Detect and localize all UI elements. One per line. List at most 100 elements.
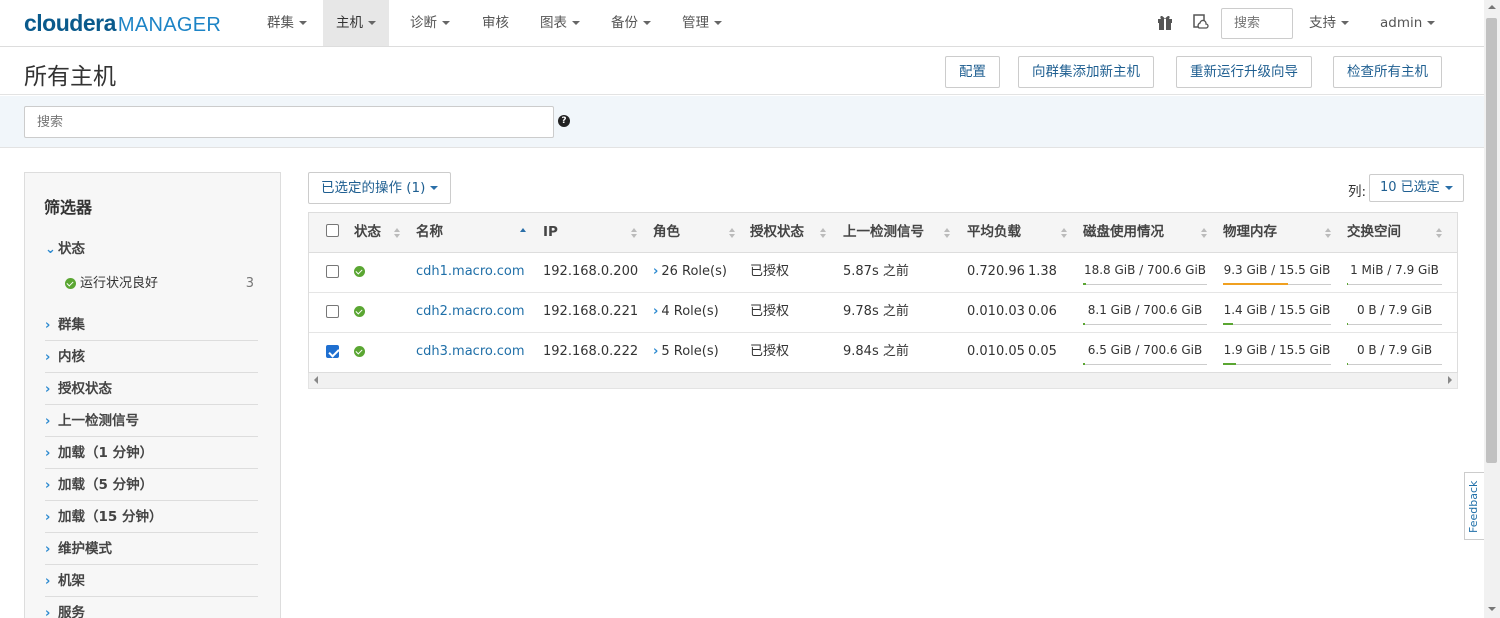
roles-toggle[interactable]: › 5 Role(s) bbox=[653, 333, 719, 373]
host-link[interactable]: cdh2.macro.com bbox=[416, 304, 525, 319]
col-header-status[interactable]: 状态 bbox=[354, 213, 381, 253]
nav-menu-backup[interactable]: 备份 bbox=[598, 0, 664, 46]
selected-actions-button[interactable]: 已选定的操作 (1) bbox=[308, 172, 452, 204]
scrollbar-thumb[interactable] bbox=[1486, 18, 1497, 463]
actions-label: 已选定的操作 (1) bbox=[321, 180, 426, 196]
host-link[interactable]: cdh3.macro.com bbox=[416, 344, 525, 359]
col-header-roles[interactable]: 角色 bbox=[653, 213, 680, 253]
top-navbar: clouderaMANAGER 群集 主机 诊断 审核 图表 备份 管理 支持 … bbox=[0, 0, 1484, 47]
header-label: 物理内存 bbox=[1223, 224, 1277, 240]
scroll-up-arrow-icon[interactable] bbox=[1488, 5, 1496, 9]
support-menu[interactable]: 支持 bbox=[1296, 0, 1362, 46]
filter-group-load-1min[interactable]: › 加载（1 分钟） bbox=[45, 437, 258, 469]
header-label: 角色 bbox=[653, 224, 680, 240]
load-5min: 0.96 bbox=[996, 264, 1025, 279]
col-header-ip[interactable]: IP bbox=[543, 213, 558, 253]
filter-option-count: 3 bbox=[245, 276, 254, 291]
filter-group-label: 加载（15 分钟） bbox=[58, 509, 163, 525]
table-row[interactable]: cdh2.macro.com 192.168.0.221 › 4 Role(s) … bbox=[309, 293, 1457, 333]
filter-group-kernel[interactable]: › 内核 bbox=[45, 341, 258, 373]
page-vertical-scrollbar[interactable] bbox=[1484, 0, 1500, 618]
row-checkbox[interactable] bbox=[326, 305, 339, 318]
row-checkbox[interactable] bbox=[326, 345, 339, 358]
header-label: 磁盘使用情况 bbox=[1083, 224, 1164, 240]
roles-toggle[interactable]: › 26 Role(s) bbox=[653, 253, 727, 293]
question-circle-icon[interactable]: ? bbox=[558, 115, 570, 127]
global-search-input[interactable] bbox=[1221, 8, 1293, 39]
memory-usage-meter: 9.3 GiB / 15.5 GiB bbox=[1223, 259, 1331, 285]
caret-down-icon bbox=[368, 21, 376, 25]
filter-option-label: 运行状况良好 bbox=[80, 276, 159, 291]
meter-text: 0 B / 7.9 GiB bbox=[1356, 343, 1433, 357]
table-header: 状态 名称 IP 角色 授权状态 上一检测信号 平均负载 磁盘使用情况 物理内存… bbox=[309, 213, 1457, 253]
col-header-last-heartbeat[interactable]: 上一检测信号 bbox=[843, 213, 924, 253]
col-header-name[interactable]: 名称 bbox=[416, 213, 443, 253]
rerun-upgrade-wizard-button[interactable]: 重新运行升级向导 bbox=[1176, 56, 1312, 88]
columns-selector-button[interactable]: 10 已选定 bbox=[1369, 174, 1464, 202]
search-strip: ? bbox=[0, 96, 1484, 148]
filter-group-auth-status[interactable]: › 授权状态 bbox=[45, 373, 258, 405]
columns-label: 列: bbox=[1348, 184, 1367, 200]
cloud-doc-icon[interactable] bbox=[1191, 13, 1211, 33]
col-header-swap[interactable]: 交换空间 bbox=[1347, 213, 1401, 253]
filter-group-services[interactable]: › 服务 bbox=[45, 597, 258, 618]
header-label: IP bbox=[543, 224, 558, 240]
nav-menu-charts[interactable]: 图表 bbox=[527, 0, 593, 46]
col-header-load-avg[interactable]: 平均负载 bbox=[967, 213, 1021, 253]
filter-group-maintenance[interactable]: › 维护模式 bbox=[45, 533, 258, 565]
support-label: 支持 bbox=[1309, 15, 1336, 31]
filter-group-last-heartbeat[interactable]: › 上一检测信号 bbox=[45, 405, 258, 437]
row-checkbox[interactable] bbox=[326, 265, 339, 278]
host-link[interactable]: cdh1.macro.com bbox=[416, 264, 525, 279]
meter-fill bbox=[1083, 283, 1087, 285]
table-horizontal-scrollbar[interactable] bbox=[308, 373, 1458, 389]
scroll-down-arrow-icon[interactable] bbox=[1488, 607, 1496, 611]
header-label: 状态 bbox=[354, 224, 381, 240]
scroll-left-arrow-icon[interactable] bbox=[314, 376, 318, 384]
host-ip: 192.168.0.200 bbox=[543, 264, 639, 279]
filter-status-healthy[interactable]: 运行状况良好 3 bbox=[65, 273, 258, 295]
caret-down-icon bbox=[1444, 185, 1453, 190]
select-all-checkbox[interactable] bbox=[326, 224, 339, 237]
col-header-physical-memory[interactable]: 物理内存 bbox=[1223, 213, 1277, 253]
meter-fill bbox=[1083, 323, 1085, 325]
nav-menu-audits[interactable]: 审核 bbox=[469, 0, 522, 46]
chevron-right-icon: › bbox=[653, 304, 659, 319]
hosts-search-input[interactable] bbox=[24, 106, 554, 138]
nav-menu-admin[interactable]: 管理 bbox=[669, 0, 735, 46]
caret-down-icon bbox=[1427, 21, 1436, 25]
sort-icon bbox=[1201, 228, 1208, 238]
feedback-tab[interactable]: Feedback bbox=[1464, 472, 1484, 540]
inspect-all-hosts-button[interactable]: 检查所有主机 bbox=[1333, 56, 1442, 88]
nav-menu-diagnostics[interactable]: 诊断 bbox=[397, 0, 463, 46]
memory-usage-meter: 1.9 GiB / 15.5 GiB bbox=[1223, 339, 1331, 365]
feedback-label: Feedback bbox=[1467, 480, 1480, 533]
filter-group-rack[interactable]: › 机架 bbox=[45, 565, 258, 597]
meter-text: 6.5 GiB / 700.6 GiB bbox=[1087, 343, 1203, 357]
chevron-right-icon: › bbox=[45, 414, 51, 429]
filter-group-cluster[interactable]: › 群集 bbox=[45, 309, 258, 341]
configure-button[interactable]: 配置 bbox=[945, 56, 1000, 88]
add-hosts-button[interactable]: 向群集添加新主机 bbox=[1018, 56, 1154, 88]
col-header-disk-usage[interactable]: 磁盘使用情况 bbox=[1083, 213, 1164, 253]
table-row[interactable]: cdh1.macro.com 192.168.0.200 › 26 Role(s)… bbox=[309, 253, 1457, 293]
host-name-link[interactable]: cdh1.macro.com bbox=[416, 253, 525, 293]
cloudera-manager-logo[interactable]: cloudera MANAGER bbox=[24, 10, 221, 37]
gift-icon[interactable] bbox=[1156, 13, 1176, 33]
filter-group-load-15min[interactable]: › 加载（15 分钟） bbox=[45, 501, 258, 533]
nav-menu-hosts[interactable]: 主机 bbox=[323, 0, 389, 46]
filter-group-status[interactable]: ⌄ 状态 bbox=[45, 233, 258, 265]
host-name-link[interactable]: cdh3.macro.com bbox=[416, 333, 525, 373]
roles-toggle[interactable]: › 4 Role(s) bbox=[653, 293, 719, 333]
host-name-link[interactable]: cdh2.macro.com bbox=[416, 293, 525, 333]
check-circle-icon bbox=[354, 266, 365, 277]
sort-icon bbox=[820, 228, 827, 238]
user-menu[interactable]: admin bbox=[1367, 0, 1448, 46]
filter-group-load-5min[interactable]: › 加载（5 分钟） bbox=[45, 469, 258, 501]
last-heartbeat: 9.78s 之前 bbox=[843, 304, 909, 319]
scroll-right-arrow-icon[interactable] bbox=[1448, 376, 1452, 384]
col-header-auth-status[interactable]: 授权状态 bbox=[750, 213, 804, 253]
nav-menu-clusters[interactable]: 群集 bbox=[254, 0, 320, 46]
table-row[interactable]: cdh3.macro.com 192.168.0.222 › 5 Role(s) … bbox=[309, 333, 1457, 373]
filter-group-label: 状态 bbox=[58, 241, 85, 257]
